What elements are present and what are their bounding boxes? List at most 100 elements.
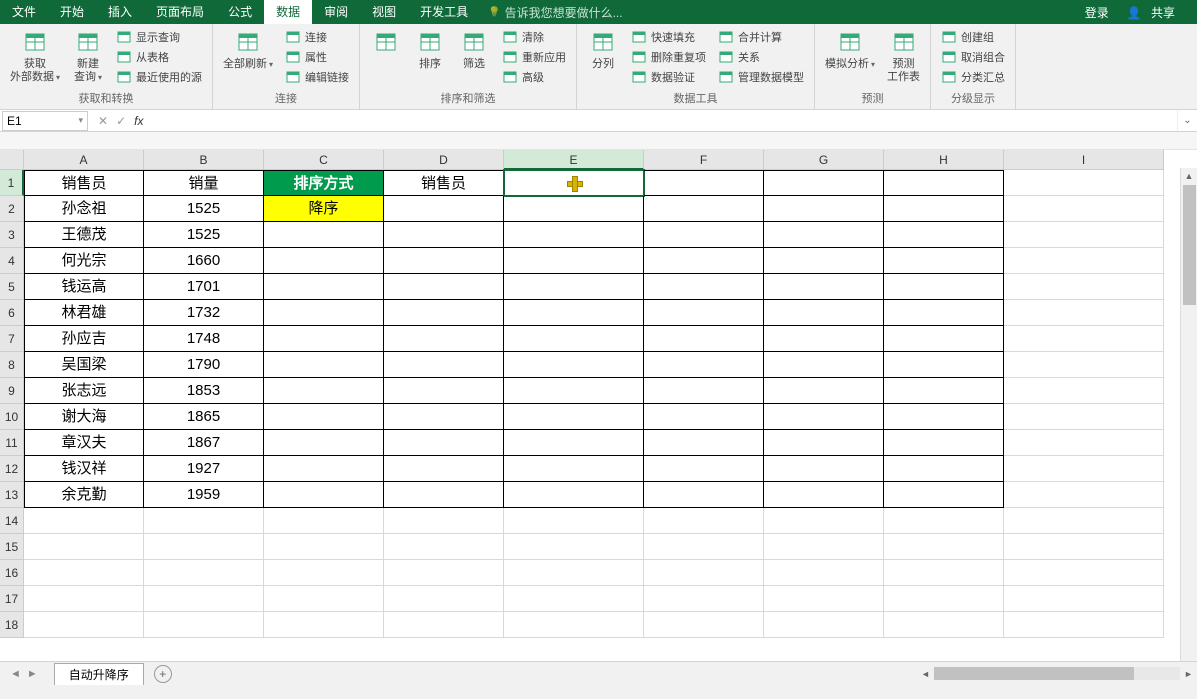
cell-A17[interactable] — [24, 586, 144, 612]
cell-B1[interactable]: 销量 — [144, 170, 264, 196]
cell-F15[interactable] — [644, 534, 764, 560]
cell-A10[interactable]: 谢大海 — [24, 404, 144, 430]
cell-B13[interactable]: 1959 — [144, 482, 264, 508]
row-header-15[interactable]: 15 — [0, 534, 24, 560]
cell-G16[interactable] — [764, 560, 884, 586]
vertical-scrollbar[interactable]: ▲ ▼ — [1180, 168, 1197, 673]
cell-H9[interactable] — [884, 378, 1004, 404]
cell-A12[interactable]: 钱汉祥 — [24, 456, 144, 482]
cell-B10[interactable]: 1865 — [144, 404, 264, 430]
cell-B8[interactable]: 1790 — [144, 352, 264, 378]
cell-D13[interactable] — [384, 482, 504, 508]
cell-F18[interactable] — [644, 612, 764, 638]
cell-D16[interactable] — [384, 560, 504, 586]
cell-E13[interactable] — [504, 482, 644, 508]
cell-F9[interactable] — [644, 378, 764, 404]
cell-G8[interactable] — [764, 352, 884, 378]
column-header-C[interactable]: C — [264, 150, 384, 170]
whatif-icon[interactable]: 模拟分析 — [821, 26, 879, 73]
cell-E16[interactable] — [504, 560, 644, 586]
ribbon-cmd-重新应用[interactable]: 重新应用 — [498, 48, 570, 66]
column-header-D[interactable]: D — [384, 150, 504, 170]
sheet-nav-prev-icon[interactable]: ► — [27, 668, 38, 680]
cell-E18[interactable] — [504, 612, 644, 638]
cell-D7[interactable] — [384, 326, 504, 352]
cell-A14[interactable] — [24, 508, 144, 534]
ribbon-cmd-合并计算[interactable]: 合并计算 — [714, 28, 808, 46]
cell-H15[interactable] — [884, 534, 1004, 560]
cell-A6[interactable]: 林君雄 — [24, 300, 144, 326]
ribbon-cmd-编辑链接[interactable]: 编辑链接 — [281, 68, 353, 86]
cell-C16[interactable] — [264, 560, 384, 586]
cell-G17[interactable] — [764, 586, 884, 612]
cell-C8[interactable] — [264, 352, 384, 378]
cell-A9[interactable]: 张志远 — [24, 378, 144, 404]
cell-E10[interactable] — [504, 404, 644, 430]
cell-D1[interactable]: 销售员 — [384, 170, 504, 196]
cell-F11[interactable] — [644, 430, 764, 456]
tab-数据[interactable]: 数据 — [264, 0, 312, 24]
cell-C6[interactable] — [264, 300, 384, 326]
cell-I16[interactable] — [1004, 560, 1164, 586]
cell-A4[interactable]: 何光宗 — [24, 248, 144, 274]
cell-F6[interactable] — [644, 300, 764, 326]
row-header-11[interactable]: 11 — [0, 430, 24, 456]
spreadsheet-grid[interactable]: ABCDEFGHI 123456789101112131415161718 销售… — [0, 150, 1197, 677]
cell-G2[interactable] — [764, 196, 884, 222]
cell-E9[interactable] — [504, 378, 644, 404]
get-data-icon[interactable]: 获取外部数据 — [6, 26, 64, 86]
cell-C9[interactable] — [264, 378, 384, 404]
cell-F12[interactable] — [644, 456, 764, 482]
cell-E12[interactable] — [504, 456, 644, 482]
cell-H12[interactable] — [884, 456, 1004, 482]
cell-B12[interactable]: 1927 — [144, 456, 264, 482]
cell-E7[interactable] — [504, 326, 644, 352]
ribbon-cmd-显示查询[interactable]: 显示查询 — [112, 28, 206, 46]
scroll-up-icon[interactable]: ▲ — [1181, 168, 1197, 185]
cell-I8[interactable] — [1004, 352, 1164, 378]
cell-A11[interactable]: 章汉夫 — [24, 430, 144, 456]
cell-I13[interactable] — [1004, 482, 1164, 508]
login-link[interactable]: 登录 — [1079, 4, 1115, 21]
row-header-16[interactable]: 16 — [0, 560, 24, 586]
cell-E15[interactable] — [504, 534, 644, 560]
ribbon-cmd-取消组合[interactable]: 取消组合 — [937, 48, 1009, 66]
cell-C7[interactable] — [264, 326, 384, 352]
ribbon-cmd-属性[interactable]: 属性 — [281, 48, 353, 66]
cell-F5[interactable] — [644, 274, 764, 300]
cell-G3[interactable] — [764, 222, 884, 248]
ribbon-cmd-高级[interactable]: 高级 — [498, 68, 570, 86]
row-header-9[interactable]: 9 — [0, 378, 24, 404]
cell-G10[interactable] — [764, 404, 884, 430]
cell-B5[interactable]: 1701 — [144, 274, 264, 300]
horizontal-scrollbar[interactable]: ◄ ► — [917, 665, 1197, 682]
cell-A7[interactable]: 孙应吉 — [24, 326, 144, 352]
ribbon-cmd-清除[interactable]: 清除 — [498, 28, 570, 46]
cell-A3[interactable]: 王德茂 — [24, 222, 144, 248]
cell-E1[interactable] — [504, 170, 644, 196]
cell-G18[interactable] — [764, 612, 884, 638]
cell-G1[interactable] — [764, 170, 884, 196]
cell-I17[interactable] — [1004, 586, 1164, 612]
row-header-7[interactable]: 7 — [0, 326, 24, 352]
cell-I3[interactable] — [1004, 222, 1164, 248]
row-header-17[interactable]: 17 — [0, 586, 24, 612]
row-header-2[interactable]: 2 — [0, 196, 24, 222]
cell-C1[interactable]: 排序方式 — [264, 170, 384, 196]
cell-E17[interactable] — [504, 586, 644, 612]
name-box[interactable]: E1 — [2, 111, 88, 131]
tab-视图[interactable]: 视图 — [360, 0, 408, 24]
filter-icon[interactable]: 筛选 — [454, 26, 494, 73]
cell-C17[interactable] — [264, 586, 384, 612]
cell-H13[interactable] — [884, 482, 1004, 508]
cell-H4[interactable] — [884, 248, 1004, 274]
ribbon-cmd-最近使用的源[interactable]: 最近使用的源 — [112, 68, 206, 86]
cell-F1[interactable] — [644, 170, 764, 196]
cell-D18[interactable] — [384, 612, 504, 638]
cell-B17[interactable] — [144, 586, 264, 612]
column-header-F[interactable]: F — [644, 150, 764, 170]
cell-B9[interactable]: 1853 — [144, 378, 264, 404]
cell-A15[interactable] — [24, 534, 144, 560]
cell-I18[interactable] — [1004, 612, 1164, 638]
fx-icon[interactable]: fx — [134, 114, 143, 128]
